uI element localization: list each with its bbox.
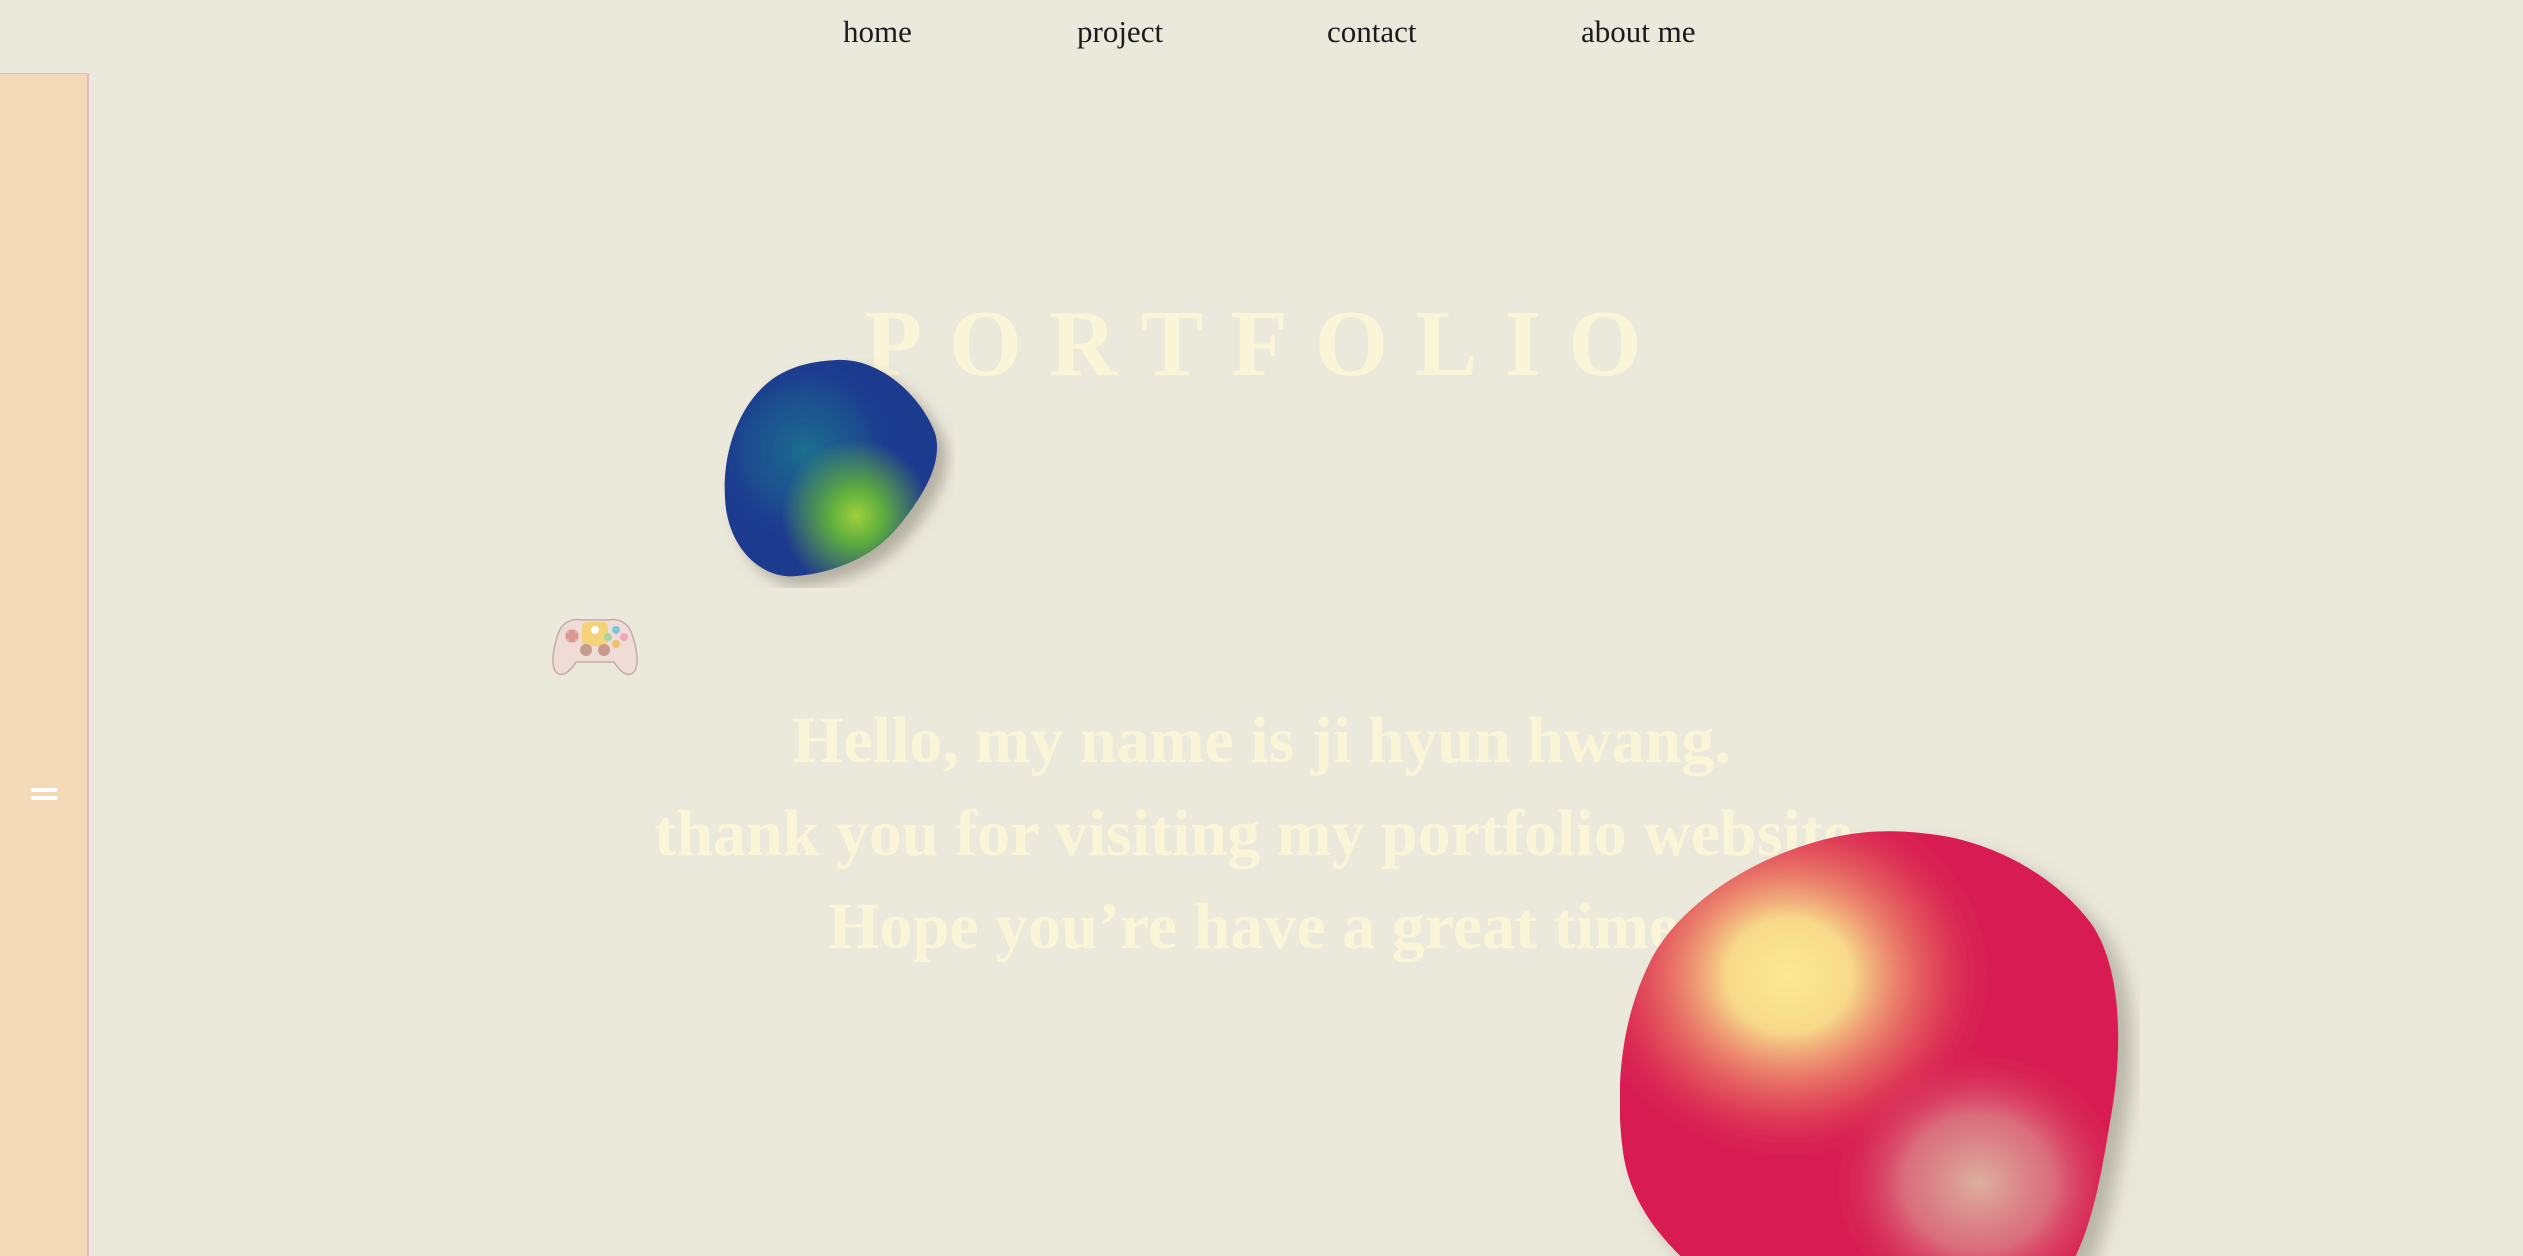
intro-line: thank you for visiting my portfolio webs… bbox=[654, 797, 1869, 870]
nav-about-link[interactable]: about me bbox=[1581, 14, 1696, 50]
sidebar bbox=[0, 73, 89, 1256]
page-title: PORTFOLIO bbox=[864, 292, 1669, 396]
intro-line: Hello, my name is ji hyun hwang. bbox=[792, 704, 1731, 777]
red-blob-icon bbox=[1620, 831, 2119, 1256]
page: home project contact about me PORTFOLIO bbox=[0, 0, 2523, 1256]
intro-line: Hope you’re have a great time. bbox=[828, 890, 1695, 963]
blue-blob-icon bbox=[724, 359, 938, 577]
nav-home-link[interactable]: home bbox=[843, 14, 912, 50]
nav-project-link[interactable]: project bbox=[1077, 14, 1163, 50]
game-controller-icon bbox=[552, 618, 638, 676]
nav-contact-link[interactable]: contact bbox=[1327, 14, 1417, 50]
top-navigation: home project contact about me bbox=[0, 0, 2523, 70]
intro-text: Hello, my name is ji hyun hwang. thank y… bbox=[0, 694, 2523, 973]
